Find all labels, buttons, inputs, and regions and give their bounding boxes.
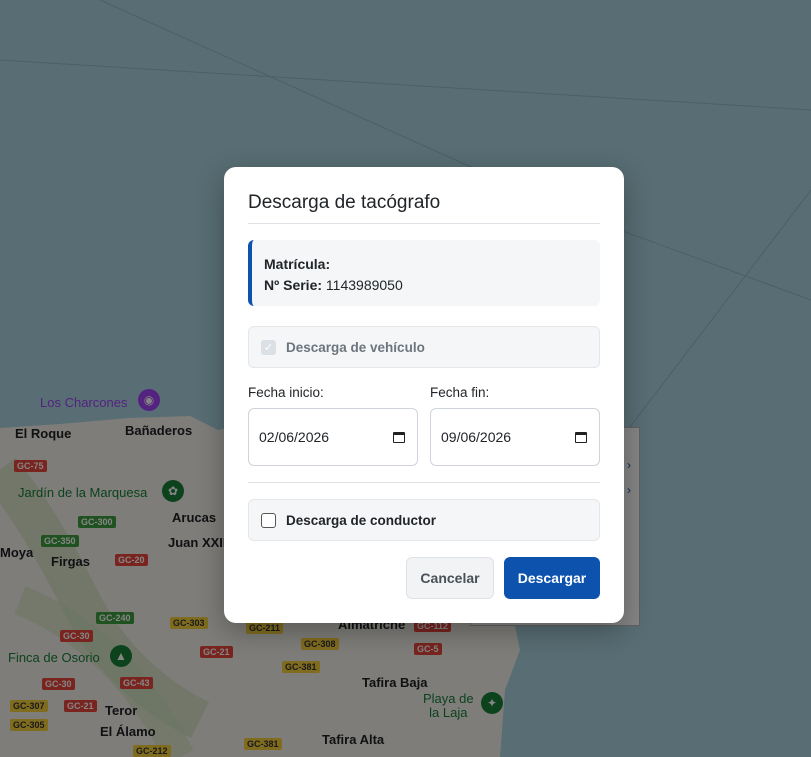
start-date-input[interactable]: 02/06/2026 (248, 408, 418, 466)
download-button[interactable]: Descargar (504, 557, 600, 599)
divider (248, 482, 600, 483)
vehicle-download-option: ✓ Descarga de vehículo (248, 326, 600, 368)
driver-download-label[interactable]: Descarga de conductor (286, 513, 436, 528)
vehicle-info-box: Matrícula: Nº Serie: 1143989050 (248, 240, 600, 306)
start-date-label: Fecha inicio: (248, 385, 324, 400)
end-date-label: Fecha fin: (430, 385, 490, 400)
end-date-value: 09/06/2026 (441, 429, 512, 445)
driver-download-option[interactable]: Descarga de conductor (248, 499, 600, 541)
cancel-button[interactable]: Cancelar (406, 557, 494, 599)
modal-title: Descarga de tacógrafo (248, 192, 441, 213)
end-date-input[interactable]: 09/06/2026 (430, 408, 600, 466)
serial-value: 1143989050 (325, 277, 403, 293)
serial-label: Nº Serie: (264, 277, 323, 293)
plate-label: Matrícula: (264, 256, 331, 272)
vehicle-download-checkbox: ✓ (261, 339, 276, 355)
vehicle-download-label: Descarga de vehículo (286, 339, 425, 355)
start-date-value: 02/06/2026 (259, 429, 330, 445)
divider (248, 223, 600, 224)
calendar-icon[interactable] (393, 431, 405, 443)
driver-download-checkbox[interactable] (261, 512, 276, 528)
tachograph-download-modal: Descarga de tacógrafo Matrícula: Nº Seri… (224, 167, 624, 623)
calendar-icon[interactable] (575, 431, 587, 443)
